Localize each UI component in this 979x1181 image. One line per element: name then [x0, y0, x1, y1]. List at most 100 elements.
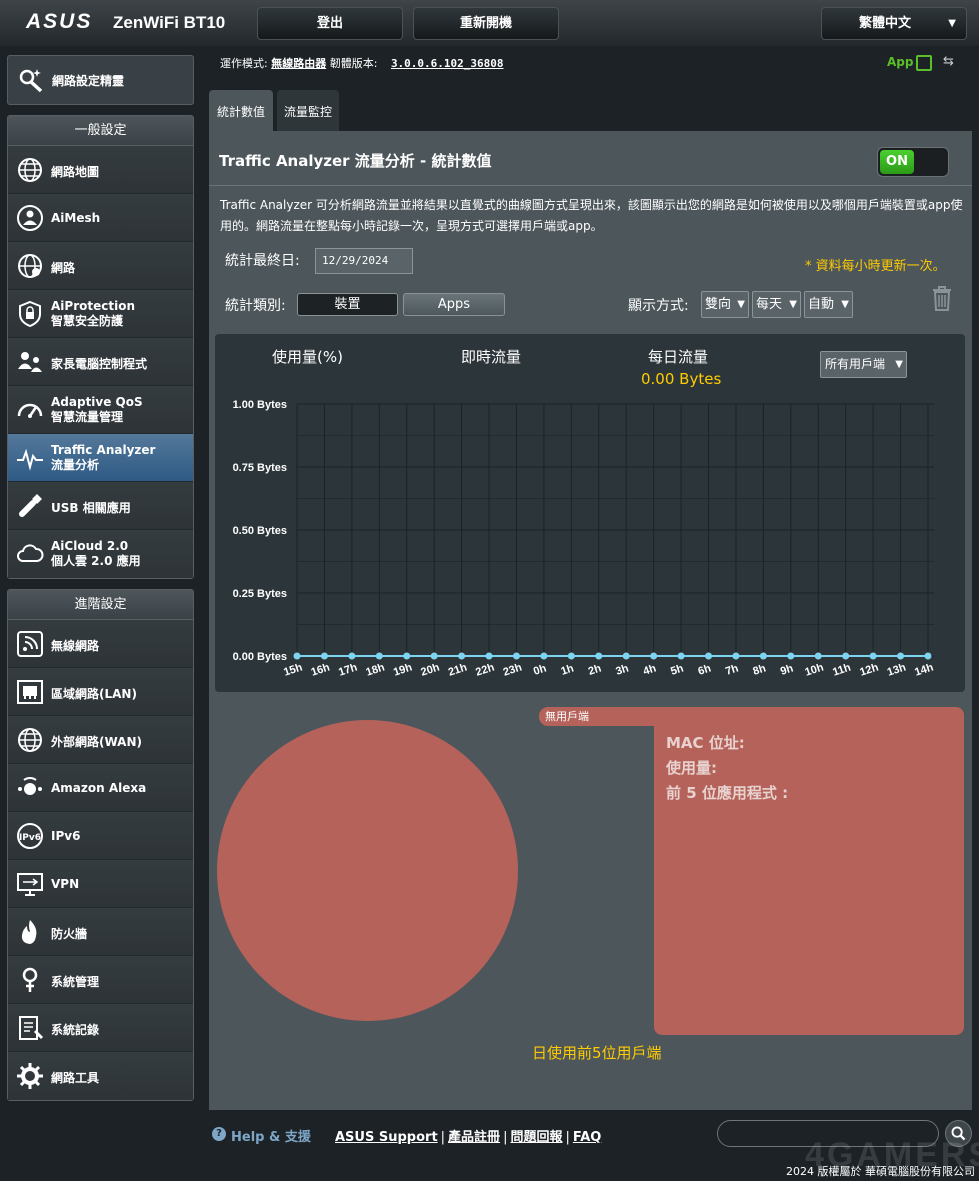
- menu-firewall[interactable]: 防火牆: [8, 908, 193, 956]
- data-point: [512, 652, 520, 660]
- network-tools-icon: [17, 1063, 43, 1089]
- data-point: [430, 652, 438, 660]
- separator: |: [503, 1130, 508, 1145]
- menu-ipv6[interactable]: IPv6 IPv6: [8, 812, 193, 860]
- menu-aimesh[interactable]: AiMesh: [8, 194, 193, 242]
- x-tick-label: 10h: [803, 661, 825, 678]
- menu-network-tools[interactable]: 網路工具: [8, 1052, 193, 1100]
- qos-icon: [17, 403, 43, 418]
- product-registration-link[interactable]: 產品註冊: [448, 1130, 500, 1145]
- menu-adaptive-qos[interactable]: Adaptive QoS 智慧流量管理: [8, 386, 193, 434]
- app-link[interactable]: App: [887, 55, 913, 69]
- stat-type-devices-button[interactable]: 裝置: [297, 293, 398, 316]
- menu-traffic-analyzer[interactable]: Traffic Analyzer 流量分析: [8, 434, 193, 482]
- chart-tab-daily[interactable]: 每日流量: [648, 346, 708, 367]
- data-point: [759, 652, 767, 660]
- menu-network[interactable]: 網路: [8, 242, 193, 290]
- traffic-analyzer-toggle[interactable]: ON: [877, 147, 949, 177]
- language-select[interactable]: 繁體中文 ▼: [821, 7, 967, 40]
- menu-wireless[interactable]: 無線網路: [8, 620, 193, 668]
- menu-system-log[interactable]: 系統記錄: [8, 1004, 193, 1052]
- y-tick-label: 0.50 Bytes: [233, 525, 287, 537]
- period-select[interactable]: 每天 ▼: [752, 291, 801, 318]
- faq-link[interactable]: FAQ: [573, 1130, 602, 1145]
- x-tick-label: 14h: [913, 661, 935, 678]
- client-select-value: 所有用戶端: [825, 357, 886, 371]
- unit-select[interactable]: 自動 ▼: [804, 291, 853, 318]
- operation-mode-link[interactable]: 無線路由器: [271, 57, 326, 70]
- asus-support-link[interactable]: ASUS Support: [335, 1130, 438, 1145]
- top-clients-pie[interactable]: [217, 720, 518, 1021]
- x-tick-label: 17h: [337, 661, 359, 678]
- data-point: [458, 652, 466, 660]
- firmware-version-link[interactable]: 3.0.0.6.102_36808: [391, 57, 504, 70]
- status-row: 運作模式: 無線路由器 韌體版本: 3.0.0.6.102_36808: [220, 55, 504, 71]
- hourly-update-note: * 資料每小時更新一次。: [805, 259, 946, 274]
- menu-label: 外部網路(WAN): [51, 735, 142, 749]
- menu-label: Adaptive QoS 智慧流量管理: [51, 395, 143, 425]
- reboot-button[interactable]: 重新開機: [413, 7, 559, 40]
- menu-label-line2: 智慧安全防護: [51, 314, 124, 328]
- menu-label-line2: 智慧流量管理: [51, 410, 124, 424]
- help-icon: ?: [212, 1127, 226, 1141]
- daily-total-value: 0.00 Bytes: [641, 370, 722, 388]
- feedback-link[interactable]: 問題回報: [510, 1130, 562, 1145]
- menu-label: AiMesh: [51, 211, 101, 225]
- x-tick-label: 0h: [532, 662, 548, 677]
- menu-label-line2: 流量分析: [51, 458, 100, 472]
- ipv6-icon: IPv6: [17, 823, 43, 849]
- mac-address-label: MAC 位址:: [666, 734, 745, 752]
- unit-value: 自動: [808, 297, 835, 312]
- menu-wan[interactable]: 外部網路(WAN): [8, 716, 193, 764]
- menu-network-map[interactable]: 網路地圖: [8, 146, 193, 194]
- quick-setup-label: 網路設定精靈: [52, 74, 125, 88]
- asus-logo: ASUS: [26, 10, 93, 33]
- app-devices-icon[interactable]: [916, 55, 932, 71]
- alexa-icon: [18, 777, 42, 795]
- data-point: [485, 652, 493, 660]
- data-point: [622, 652, 630, 660]
- chevron-down-icon: ▼: [948, 18, 956, 29]
- advanced-settings-title: 進階設定: [8, 590, 193, 620]
- menu-administration[interactable]: 系統管理: [8, 956, 193, 1004]
- help-support-link[interactable]: Help & 支援: [231, 1126, 311, 1145]
- direction-select[interactable]: 雙向 ▼: [701, 291, 749, 318]
- quick-setup-wizard[interactable]: 網路設定精靈: [7, 55, 194, 105]
- general-settings-title: 一般設定: [8, 116, 193, 146]
- direction-value: 雙向: [705, 297, 732, 312]
- chevron-down-icon: ▼: [895, 359, 903, 370]
- client-select[interactable]: 所有用戶端 ▼: [820, 351, 907, 378]
- trash-icon[interactable]: [931, 285, 953, 311]
- stat-type-apps-button[interactable]: Apps: [403, 293, 505, 316]
- aiprotection-icon: [19, 300, 41, 328]
- menu-label: 網路地圖: [51, 165, 100, 179]
- menu-vpn[interactable]: VPN: [8, 860, 193, 908]
- chart-tab-realtime[interactable]: 即時流量: [461, 346, 521, 367]
- data-point: [650, 652, 658, 660]
- menu-aiprotection[interactable]: AiProtection 智慧安全防護: [8, 290, 193, 338]
- menu-label: 系統記錄: [51, 1023, 100, 1037]
- menu-amazon-alexa[interactable]: Amazon Alexa: [8, 764, 193, 812]
- data-point: [348, 652, 356, 660]
- menu-label: 區域網路(LAN): [51, 687, 137, 701]
- separator: |: [440, 1130, 446, 1145]
- menu-label: AiProtection 智慧安全防護: [51, 299, 135, 329]
- wireless-icon: [17, 631, 43, 657]
- tab-traffic-monitor[interactable]: 流量監控: [277, 90, 339, 132]
- y-tick-label: 0.75 Bytes: [233, 462, 287, 474]
- main-panel: Traffic Analyzer 流量分析 - 統計數值 ON Traffic …: [209, 131, 972, 1110]
- tab-statistics[interactable]: 統計數值: [209, 90, 273, 132]
- menu-aicloud[interactable]: AiCloud 2.0 個人雲 2.0 應用: [8, 530, 193, 578]
- logout-button[interactable]: 登出: [257, 7, 403, 40]
- chart-tab-usage[interactable]: 使用量(%): [272, 346, 343, 367]
- data-point: [375, 652, 383, 660]
- menu-parental-controls[interactable]: 家長電腦控制程式: [8, 338, 193, 386]
- x-tick-label: 8h: [752, 662, 768, 677]
- model-name: ZenWiFi BT10: [113, 13, 226, 32]
- last-date-input[interactable]: 12/29/2024: [315, 248, 413, 274]
- aimesh-icon: [17, 205, 43, 231]
- x-tick-label: 20h: [419, 661, 441, 678]
- menu-lan[interactable]: 區域網路(LAN): [8, 668, 193, 716]
- menu-usb-application[interactable]: USB 相關應用: [8, 482, 193, 530]
- usb-status-icon[interactable]: ⇆: [943, 54, 954, 69]
